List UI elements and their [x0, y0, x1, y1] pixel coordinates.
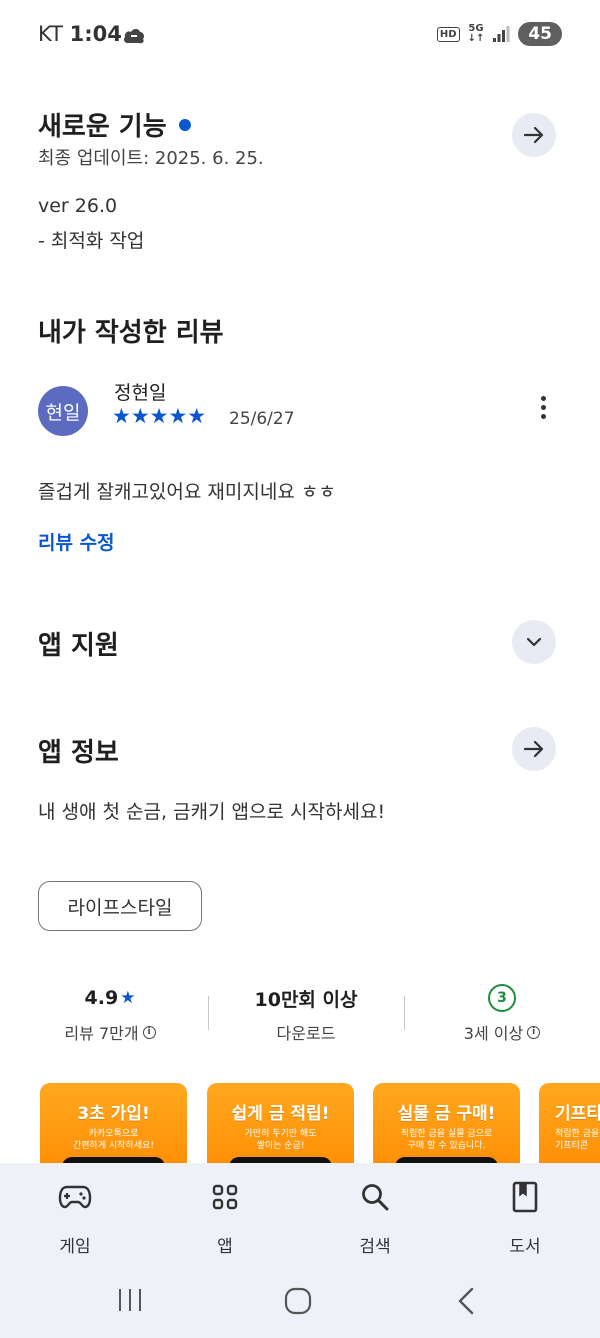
screenshot-caption: 가만히 두기만 해도쌓이는 순금! [207, 1128, 354, 1152]
age-rating-badge: 3 [488, 984, 516, 1012]
caption-line: 적립한 금을 실물 금으로 [400, 1129, 493, 1139]
rating-stat[interactable]: 4.9 ★ 리뷰 7만개 i [40, 984, 180, 1044]
app-support-title: 앱 지원 [38, 631, 119, 661]
arrow-right-icon [523, 740, 544, 758]
review-count-row: 리뷰 7만개 i [40, 1020, 180, 1044]
nav-item-books[interactable]: 도서 [480, 1180, 570, 1257]
review-text: 즐겁게 잘캐고있어요 재미지네요 ㅎㅎ [38, 481, 336, 503]
screenshot-title: 3초 가입! [77, 1104, 150, 1124]
review-stars: ★★★★★ [112, 404, 207, 428]
age-rating-label: 3세 이상 [463, 1024, 524, 1043]
gamepad-icon [58, 1185, 92, 1209]
caption-line: 적립한 금을 [555, 1129, 600, 1139]
last-updated: 최종 업데이트: 2025. 6. 25. [38, 148, 264, 169]
avatar: 현일 [38, 386, 88, 436]
battery-indicator: 45 [518, 22, 562, 46]
caption-line: 쌓이는 순금! [256, 1141, 305, 1151]
screenshot-caption: 카카오톡으로간편하게 시작하세요! [40, 1128, 187, 1152]
search-icon [362, 1184, 389, 1211]
info-icon: i [142, 1025, 156, 1039]
category-chip[interactable]: 라이프스타일 [38, 881, 202, 931]
screenshot-card[interactable]: 쉽게 금 적립! 가만히 두기만 해도쌓이는 순금! [207, 1083, 354, 1163]
app-support-expand-button[interactable] [512, 620, 556, 664]
nav-label: 앱 [217, 1237, 233, 1257]
edit-review-link[interactable]: 리뷰 수정 [38, 528, 115, 555]
nav-label: 게임 [59, 1237, 91, 1257]
arrow-right-icon [523, 126, 544, 144]
caption-line: 가만히 두기만 해도 [244, 1129, 317, 1139]
whats-new-arrow-button[interactable] [512, 113, 556, 157]
nav-item-apps[interactable]: 앱 [180, 1180, 270, 1257]
screenshot-title: 실물 금 구매! [397, 1104, 496, 1124]
caption-line: 카카오톡으로 [88, 1129, 139, 1139]
home-icon[interactable] [284, 1287, 312, 1315]
caption-line: 구매 할 수 있습니다. [407, 1141, 486, 1151]
nav-item-games[interactable]: 게임 [30, 1180, 120, 1257]
signal-icon [493, 26, 510, 42]
back-icon[interactable] [456, 1287, 476, 1315]
stat-divider [404, 996, 405, 1030]
downloads-label: 다운로드 [276, 1024, 336, 1043]
my-review-title: 내가 작성한 리뷰 [38, 318, 224, 348]
screenshot-title: 쉽게 금 적립! [231, 1104, 330, 1124]
age-badge-row: 3 [432, 984, 572, 1012]
whats-new-title: 새로운 기능 [38, 106, 191, 143]
app-description: 내 생애 첫 순금, 금캐기 앱으로 시작하세요! [38, 801, 386, 823]
apps-grid-icon [212, 1184, 238, 1210]
app-info-title: 앱 정보 [38, 738, 119, 768]
rating-value: 4.9 [84, 987, 119, 1009]
bottom-navigation: 게임 앱 검색 도서 [0, 1163, 600, 1338]
screenshot-card[interactable]: 실물 금 구매! 적립한 금을 실물 금으로구매 할 수 있습니다. [373, 1083, 520, 1163]
screenshot-card[interactable]: 3초 가입! 카카오톡으로간편하게 시작하세요! [40, 1083, 187, 1163]
chevron-down-icon [526, 637, 542, 647]
network-5g-icon: 5G ↓↑ [467, 23, 485, 44]
version-text: ver 26.0 [38, 195, 118, 217]
downloads-stat: 10만회 이상 다운로드 [236, 984, 376, 1044]
caption-line: 간편하게 시작하세요! [73, 1141, 154, 1151]
screenshot-card[interactable]: 기프티 적립한 금을기프티콘 [539, 1083, 600, 1163]
screenshot-caption: 적립한 금을 실물 금으로구매 할 수 있습니다. [373, 1128, 520, 1152]
nav-item-search[interactable]: 검색 [330, 1180, 420, 1257]
clock: 1:04 [69, 22, 122, 46]
carrier-name: KT [38, 22, 63, 46]
recent-apps-icon[interactable] [116, 1287, 144, 1313]
info-icon: i [527, 1025, 541, 1039]
stat-divider [208, 996, 209, 1030]
network-type: 5G [468, 23, 484, 34]
rating-value-row: 4.9 ★ [40, 984, 180, 1012]
status-icons: HD 5G ↓↑ 45 [436, 22, 562, 46]
reviewer-name: 정현일 [114, 382, 167, 404]
nav-label: 검색 [359, 1237, 391, 1257]
review-more-icon[interactable] [536, 396, 550, 426]
age-label-row: 3세 이상 i [432, 1020, 572, 1044]
downloads-value: 10만회 이상 [254, 988, 358, 1011]
screenshot-title: 기프티 [555, 1104, 600, 1124]
new-indicator-dot [178, 119, 191, 131]
status-carrier-time: KT 1:04 [38, 22, 122, 46]
review-count: 리뷰 7만개 [64, 1024, 139, 1043]
nav-label: 도서 [509, 1237, 541, 1257]
app-info-arrow-button[interactable] [512, 727, 556, 771]
age-rating-stat[interactable]: 3 3세 이상 i [432, 984, 572, 1044]
screenshot-caption: 적립한 금을기프티콘 [555, 1128, 600, 1152]
status-bar: KT 1:04 HD 5G ↓↑ 45 [0, 0, 600, 70]
review-date: 25/6/27 [229, 409, 295, 429]
whats-new-title-text: 새로운 기능 [38, 112, 167, 142]
caption-line: 기프티콘 [555, 1141, 589, 1151]
hd-voice-icon: HD [436, 26, 460, 42]
star-icon: ★ [120, 988, 136, 1008]
talk-notification-icon [124, 29, 144, 44]
screenshot-carousel[interactable]: 3초 가입! 카카오톡으로간편하게 시작하세요! 쉽게 금 적립! 가만히 두기… [40, 1083, 600, 1163]
release-notes: - 최적화 작업 [38, 230, 145, 252]
book-icon [512, 1181, 538, 1213]
